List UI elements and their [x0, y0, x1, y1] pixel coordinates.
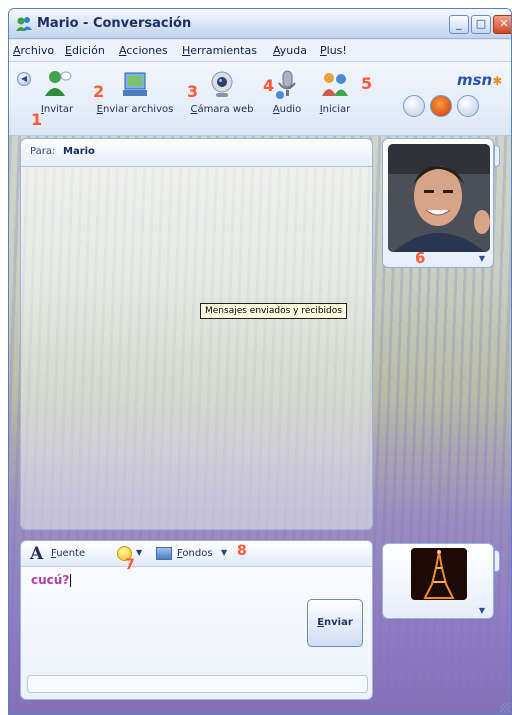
menu-acciones[interactable]: Acciones [119, 44, 168, 57]
marker-6: 6 [415, 249, 426, 267]
recipient-bar: Para: Mario [21, 139, 372, 167]
emoticon-dropdown-icon[interactable]: ▼ [136, 548, 142, 557]
to-label: Para: [30, 146, 56, 157]
contact-avatar-menu-icon[interactable]: ▼ [479, 254, 485, 263]
history-tooltip: Mensajes enviados y recibidos [200, 303, 347, 319]
marker-1: 1 [31, 110, 43, 129]
text-caret [70, 574, 72, 587]
resize-grip[interactable] [500, 703, 510, 713]
marker-3: 3 [187, 82, 199, 101]
backgrounds-button[interactable]: Fondos [177, 548, 213, 559]
start-activity-label: Iniciar [319, 104, 351, 115]
menu-ayuda[interactable]: Ayuda [273, 44, 307, 57]
invite-button[interactable]: Invitar [35, 68, 79, 115]
title-bar[interactable]: Mario - Conversación _ □ ✕ [9, 9, 511, 39]
contact-photo [388, 144, 490, 252]
toolbar-toggle-button[interactable]: ◀ [17, 72, 31, 86]
theme-button[interactable] [457, 95, 479, 117]
own-avatar-card[interactable]: ▼ [382, 543, 494, 619]
close-button[interactable]: ✕ [493, 15, 511, 34]
webcam-icon [211, 71, 233, 97]
messenger-app-icon [16, 17, 32, 31]
audio-label: Audio [272, 104, 302, 115]
backgrounds-icon[interactable] [156, 547, 172, 560]
conversation-history[interactable]: Para: Mario [20, 138, 373, 530]
font-icon[interactable]: A [30, 544, 43, 564]
menu-bar: Archivo Edición Acciones Herramientas Ay… [9, 40, 511, 62]
webcam-label: Cámara web [190, 104, 254, 115]
toolbar: ◀ Invitar 1 Enviar archivos 2 Cámara web… [9, 62, 511, 136]
send-files-label: Enviar archivos [96, 104, 174, 115]
display-picture-button[interactable] [430, 95, 452, 117]
invite-contact-icon [45, 71, 72, 96]
marker-4: 4 [263, 76, 275, 95]
message-input[interactable]: cucú? [31, 573, 72, 587]
msn-logo-text: msn [457, 71, 493, 89]
send-files-button[interactable]: Enviar archivos [91, 68, 179, 115]
maximize-button[interactable]: □ [471, 15, 491, 34]
contact-avatar-card[interactable]: 6 ▼ [382, 138, 494, 268]
block-button[interactable] [403, 95, 425, 117]
message-input-text: cucú? [31, 573, 70, 587]
menu-plus[interactable]: Plus! [320, 44, 347, 57]
window-title: Mario - Conversación [37, 16, 192, 31]
send-files-icon [123, 72, 147, 96]
menu-archivo[interactable]: Archivo [13, 44, 54, 57]
backgrounds-dropdown-icon[interactable]: ▼ [221, 548, 227, 557]
activities-icon [322, 73, 348, 96]
compose-panel: A Fuente ▼ 7 Fondos ▼ 8 cucú? Enviar [20, 540, 373, 700]
send-button[interactable]: Enviar [307, 599, 363, 647]
own-avatar-menu-icon[interactable]: ▼ [479, 606, 485, 615]
msn-logo: msn✱ [457, 71, 502, 89]
contact-panel-tab[interactable] [494, 145, 500, 167]
marker-7: 7 [125, 557, 135, 573]
recipient-name: Mario [63, 146, 95, 157]
status-bar [27, 675, 368, 693]
font-button[interactable]: Fuente [51, 548, 85, 559]
format-toolbar: A Fuente ▼ 7 Fondos ▼ 8 [21, 541, 372, 573]
menu-herramientas[interactable]: Herramientas [182, 44, 257, 57]
minimize-button[interactable]: _ [449, 15, 469, 34]
marker-8: 8 [237, 543, 247, 559]
msn-butterfly-icon: ✱ [492, 74, 503, 88]
start-activity-button[interactable]: Iniciar [315, 68, 355, 115]
menu-edicion[interactable]: Edición [65, 44, 105, 57]
marker-5: 5 [361, 74, 373, 93]
own-avatar-photo [411, 548, 467, 600]
microphone-icon [276, 70, 296, 99]
marker-2: 2 [93, 82, 105, 101]
own-panel-tab[interactable] [494, 550, 500, 572]
